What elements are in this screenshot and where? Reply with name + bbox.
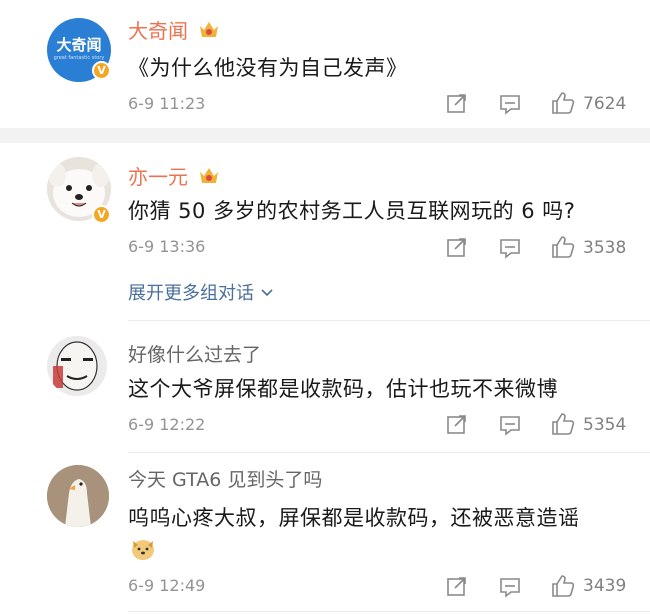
comment-text: 这个大爷屏保都是收款码，估计也玩不来微博 (128, 377, 558, 401)
like-thumb-icon[interactable] (550, 90, 576, 116)
chevron-down-icon (261, 289, 273, 297)
author-name[interactable]: 大奇闻 (128, 15, 188, 44)
comment-text: 《为什么他没有为自己发声》 (128, 56, 408, 80)
avatar[interactable] (47, 465, 109, 527)
author-name[interactable]: 亦一元 (128, 161, 188, 190)
comment-icon[interactable] (499, 414, 521, 436)
expand-conversation-link[interactable]: 展开更多组对话 (128, 279, 276, 305)
comment-icon[interactable] (499, 576, 521, 598)
comment-time: 6-9 12:49 (128, 576, 206, 595)
section-divider (0, 128, 650, 143)
crown-badge-icon (200, 22, 218, 37)
author-name[interactable]: 好像什么过去了 (128, 340, 261, 367)
crown-badge-icon (200, 168, 218, 183)
avatar[interactable] (47, 336, 107, 396)
share-icon[interactable] (446, 575, 468, 597)
divider (128, 452, 650, 453)
meme-face-image (53, 341, 98, 391)
comment-icon[interactable] (499, 237, 521, 259)
comment-text: 你猜 50 多岁的农村务工人员互联网玩的 6 吗? (128, 199, 576, 223)
avatar-logo-text: 大奇闻 (56, 36, 102, 54)
share-icon[interactable] (446, 236, 468, 258)
like-thumb-icon[interactable] (550, 573, 576, 599)
like-thumb-icon[interactable] (550, 411, 576, 437)
goose-avatar-image (47, 465, 109, 527)
divider (128, 611, 650, 612)
expand-label: 展开更多组对话 (128, 283, 254, 304)
author-name[interactable]: 今天 GTA6 见到头了吗 (128, 465, 322, 492)
like-count: 3538 (583, 238, 627, 258)
dog-emoji-icon (132, 540, 154, 560)
like-thumb-icon[interactable] (550, 234, 576, 260)
comment-time: 6-9 12:22 (128, 415, 206, 434)
comment-time: 6-9 13:36 (128, 237, 206, 256)
verified-v-icon: V (92, 205, 111, 224)
like-count: 5354 (583, 415, 627, 435)
verified-v-icon: V (92, 61, 111, 80)
divider (128, 320, 650, 321)
comment-text: 呜呜心疼大叔，屏保都是收款码，还被恶意造谣 (128, 506, 580, 530)
comment-icon[interactable] (499, 93, 521, 115)
comment-time: 6-9 11:23 (128, 94, 206, 113)
like-count: 3439 (583, 576, 627, 596)
share-icon[interactable] (446, 92, 468, 114)
like-count: 7624 (583, 94, 627, 114)
share-icon[interactable] (446, 413, 468, 435)
